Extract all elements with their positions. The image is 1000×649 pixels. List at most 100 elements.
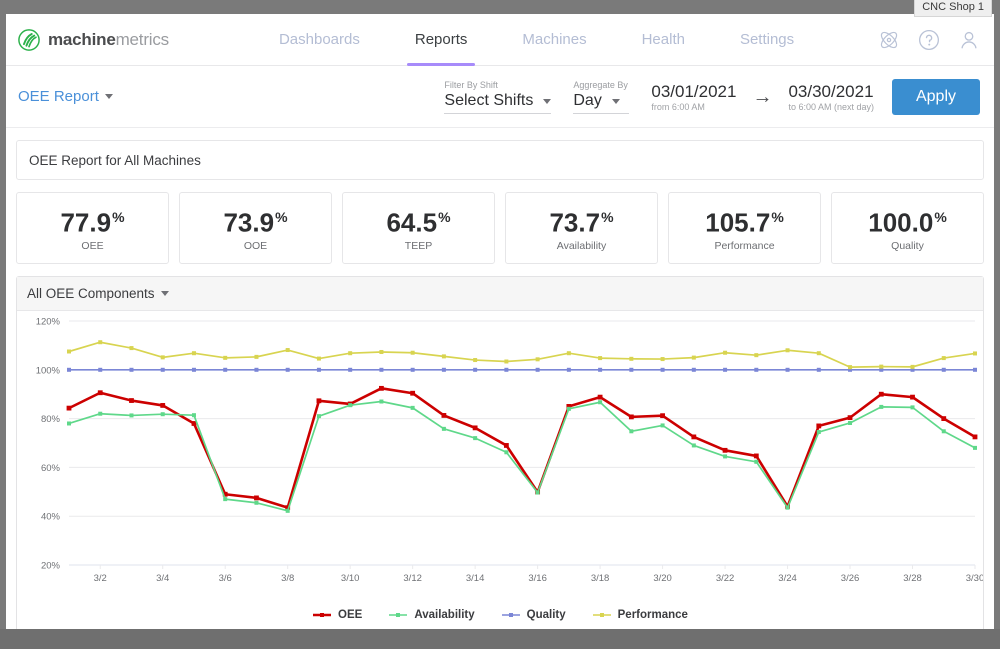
kpi-number: 77.9 [60, 207, 111, 237]
end-date-value: 03/30/2021 [788, 82, 874, 102]
kpi-value-performance: 105.7% [705, 204, 784, 236]
shift-filter-label: Filter By Shift [444, 80, 551, 91]
legend-item-availability[interactable]: Availability [388, 609, 474, 621]
oee-components-line-chart[interactable]: 20%40%60%80%100%120%3/23/43/63/83/103/12… [17, 311, 983, 601]
nav-item-settings[interactable]: Settings [740, 14, 794, 66]
end-date-field[interactable]: 03/30/2021 to 6:00 AM (next day) [788, 82, 874, 113]
aggregate-by-select[interactable]: Day [573, 92, 629, 114]
start-date-field[interactable]: 03/01/2021 from 6:00 AM [651, 82, 736, 113]
brand-wordmark-light: metrics [116, 30, 169, 49]
aggregate-by-field: Aggregate By Day [573, 80, 629, 114]
browser-window: machinemetrics Dashboards Reports Machin… [6, 14, 994, 629]
kpi-number: 105.7 [705, 207, 770, 237]
aggregate-by-label: Aggregate By [573, 80, 629, 91]
svg-text:3/16: 3/16 [528, 573, 547, 584]
main-nav-items: Dashboards Reports Machines Health Setti… [279, 14, 849, 66]
svg-text:3/22: 3/22 [716, 573, 735, 584]
chart-component-selector[interactable]: All OEE Components [17, 277, 983, 311]
svg-text:3/18: 3/18 [591, 573, 610, 584]
svg-text:3/20: 3/20 [653, 573, 672, 584]
desktop-backdrop-right [994, 0, 1000, 649]
kpi-card-quality: 100.0% Quality [831, 192, 984, 264]
screenshot-root: CNC Shop 1 machinemetrics Dashboards Rep… [0, 0, 1000, 649]
date-range-arrow-icon: → [752, 87, 772, 107]
nav-icon-group [878, 14, 980, 66]
report-content: OEE Report for All Machines 77.9% OEE 73… [6, 140, 994, 629]
chevron-down-icon [161, 291, 169, 296]
desktop-backdrop-bottom [0, 629, 1000, 649]
shift-filter-select[interactable]: Select Shifts [444, 92, 551, 114]
svg-text:3/28: 3/28 [903, 573, 922, 584]
kpi-label-oee: OEE [81, 240, 103, 252]
svg-text:60%: 60% [41, 463, 61, 474]
filter-controls: Filter By Shift Select Shifts Aggregate … [444, 66, 980, 128]
svg-text:3/6: 3/6 [219, 573, 232, 584]
svg-text:120%: 120% [36, 317, 61, 328]
legend-label: Quality [527, 609, 566, 621]
kpi-label-performance: Performance [714, 240, 774, 252]
atom-icon[interactable] [878, 29, 900, 51]
svg-text:3/10: 3/10 [341, 573, 360, 584]
svg-text:3/2: 3/2 [94, 573, 107, 584]
legend-item-oee[interactable]: OEE [312, 609, 362, 621]
legend-label: Performance [618, 609, 688, 621]
brand-wordmark-bold: machine [48, 30, 116, 49]
start-date-sublabel: from 6:00 AM [651, 102, 736, 113]
kpi-card-oee: 77.9% OEE [16, 192, 169, 264]
kpi-value-oee: 77.9% [60, 204, 124, 236]
nav-item-dashboards[interactable]: Dashboards [279, 14, 360, 66]
apply-button[interactable]: Apply [892, 79, 980, 115]
kpi-card-teep: 64.5% TEEP [342, 192, 495, 264]
start-date-value: 03/01/2021 [651, 82, 736, 102]
chevron-down-icon [612, 99, 620, 104]
end-date-sublabel: to 6:00 AM (next day) [788, 102, 874, 113]
report-selector-dropdown[interactable]: OEE Report [18, 88, 113, 105]
svg-text:40%: 40% [41, 512, 61, 523]
legend-label: OEE [338, 609, 362, 621]
chart-component-selector-label: All OEE Components [27, 286, 155, 301]
svg-text:3/26: 3/26 [841, 573, 860, 584]
kpi-unit: % [601, 209, 613, 225]
report-scope-header: OEE Report for All Machines [16, 140, 984, 180]
chart-legend: OEE Availability Quality Performance [17, 601, 983, 629]
legend-label: Availability [414, 609, 474, 621]
nav-item-machines[interactable]: Machines [522, 14, 586, 66]
kpi-label-ooe: OOE [244, 240, 267, 252]
svg-text:3/14: 3/14 [466, 573, 485, 584]
kpi-value-teep: 64.5% [386, 204, 450, 236]
chart-body: 20%40%60%80%100%120%3/23/43/63/83/103/12… [17, 311, 983, 629]
nav-item-health[interactable]: Health [642, 14, 685, 66]
legend-item-performance[interactable]: Performance [592, 609, 688, 621]
kpi-unit: % [771, 209, 783, 225]
kpi-unit: % [112, 209, 124, 225]
filter-bar: OEE Report Filter By Shift Select Shifts… [6, 66, 994, 128]
kpi-unit: % [275, 209, 287, 225]
top-navigation-bar: machinemetrics Dashboards Reports Machin… [6, 14, 994, 66]
svg-text:20%: 20% [41, 561, 61, 572]
legend-swatch-icon [592, 610, 612, 620]
chevron-down-icon [105, 94, 113, 99]
kpi-number: 64.5 [386, 207, 437, 237]
kpi-number: 100.0 [868, 207, 933, 237]
legend-swatch-icon [501, 610, 521, 620]
desktop-backdrop-top [0, 0, 1000, 14]
user-account-icon[interactable] [958, 29, 980, 51]
legend-swatch-icon [388, 610, 408, 620]
kpi-label-availability: Availability [557, 240, 606, 252]
kpi-unit: % [438, 209, 450, 225]
kpi-card-ooe: 73.9% OOE [179, 192, 332, 264]
legend-item-quality[interactable]: Quality [501, 609, 566, 621]
nav-item-reports[interactable]: Reports [415, 14, 468, 66]
kpi-label-quality: Quality [891, 240, 924, 252]
kpi-number: 73.7 [549, 207, 600, 237]
kpi-number: 73.9 [223, 207, 274, 237]
help-circle-icon[interactable] [918, 29, 940, 51]
kpi-value-ooe: 73.9% [223, 204, 287, 236]
chart-panel: All OEE Components 20%40%60%80%100%120%3… [16, 276, 984, 629]
chevron-down-icon [543, 99, 551, 104]
kpi-card-availability: 73.7% Availability [505, 192, 658, 264]
svg-text:3/12: 3/12 [403, 573, 422, 584]
kpi-value-availability: 73.7% [549, 204, 613, 236]
svg-text:3/4: 3/4 [156, 573, 169, 584]
brand-logo-group[interactable]: machinemetrics [18, 29, 169, 51]
